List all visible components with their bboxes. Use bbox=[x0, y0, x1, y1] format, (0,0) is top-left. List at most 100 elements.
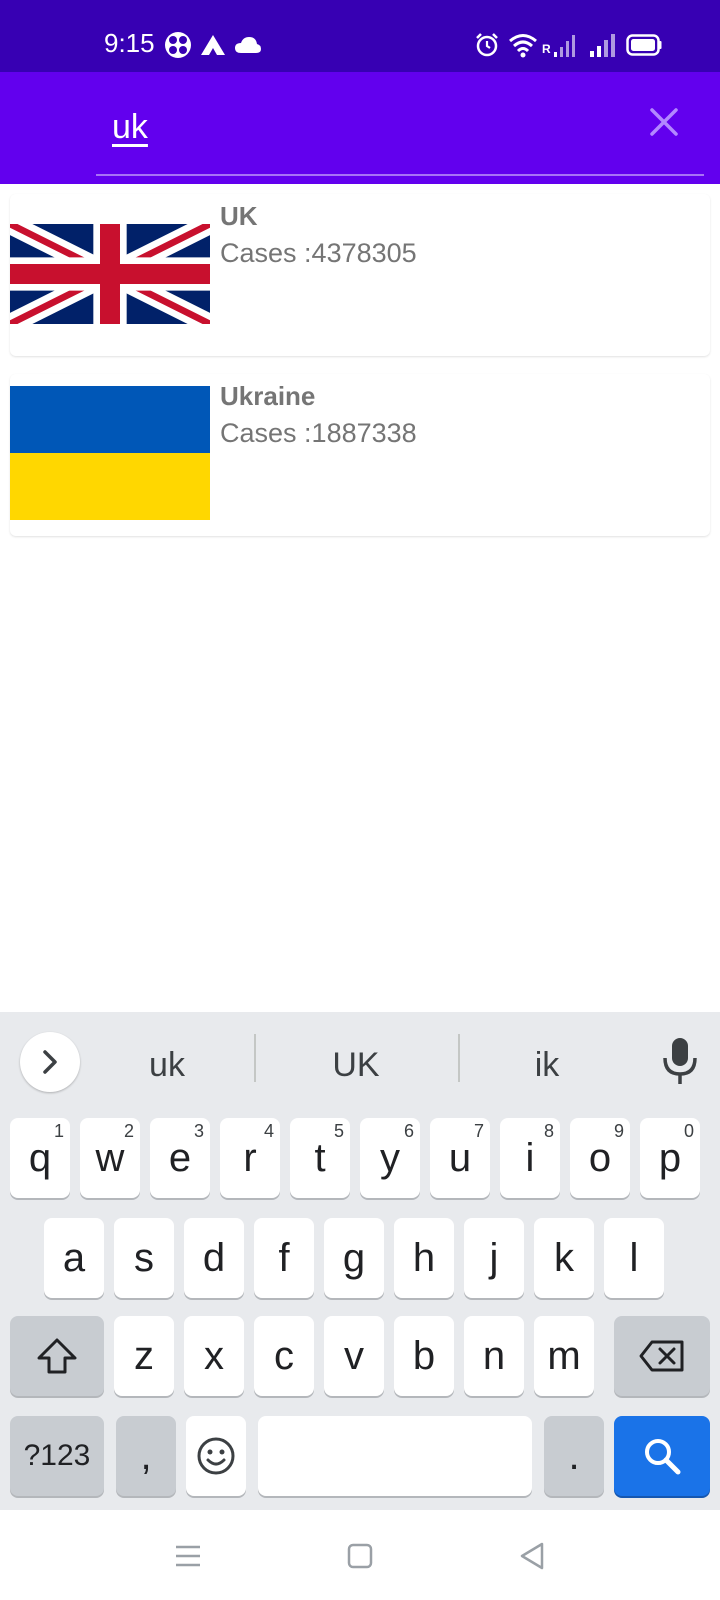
key-t[interactable]: t5 bbox=[290, 1118, 350, 1198]
comma-key-label: , bbox=[140, 1434, 152, 1478]
key-s[interactable]: s bbox=[114, 1218, 174, 1298]
shift-key[interactable] bbox=[10, 1316, 104, 1396]
backspace-icon bbox=[639, 1340, 684, 1372]
result-card-uk[interactable]: UK Cases :4378305 bbox=[10, 194, 710, 356]
result-card-ukraine[interactable]: Ukraine Cases :1887338 bbox=[10, 374, 710, 536]
key-h[interactable]: h bbox=[394, 1218, 454, 1298]
key-number-hint: 9 bbox=[613, 1121, 624, 1141]
key-label: h bbox=[412, 1236, 436, 1280]
cloud-icon bbox=[235, 37, 261, 53]
suggestion-divider bbox=[458, 1034, 460, 1082]
home-icon[interactable] bbox=[340, 1536, 380, 1576]
key-r[interactable]: r4 bbox=[220, 1118, 280, 1198]
key-label: m bbox=[547, 1334, 581, 1378]
key-c[interactable]: c bbox=[254, 1316, 314, 1396]
battery-icon bbox=[626, 34, 662, 56]
key-k[interactable]: k bbox=[534, 1218, 594, 1298]
close-icon[interactable] bbox=[644, 102, 684, 142]
space-key[interactable] bbox=[258, 1416, 532, 1496]
expand-toolbar-button[interactable] bbox=[20, 1032, 80, 1092]
key-label: s bbox=[134, 1236, 154, 1280]
key-p[interactable]: p0 bbox=[640, 1118, 700, 1198]
key-label: j bbox=[489, 1236, 499, 1280]
backspace-key[interactable] bbox=[614, 1316, 710, 1396]
key-n[interactable]: n bbox=[464, 1316, 524, 1396]
country-name: UK bbox=[220, 201, 258, 231]
key-label: o bbox=[588, 1136, 612, 1180]
on-screen-keyboard: uk UK ik ?123 , . q 1 w 2 e 3 r 4 t 5 y … bbox=[0, 1012, 720, 1510]
microphone-icon[interactable] bbox=[660, 1034, 700, 1088]
search-key[interactable] bbox=[614, 1416, 710, 1496]
key-b[interactable]: b bbox=[394, 1316, 454, 1396]
country-name: Ukraine bbox=[220, 381, 316, 411]
key-label: r bbox=[243, 1136, 257, 1180]
key-label: n bbox=[482, 1334, 506, 1378]
key-number-hint: 5 bbox=[333, 1121, 344, 1141]
key-label: y bbox=[380, 1136, 400, 1180]
key-label: e bbox=[168, 1136, 192, 1180]
back-icon[interactable] bbox=[512, 1536, 552, 1576]
key-label: t bbox=[314, 1136, 326, 1180]
suggestion-3[interactable]: ik bbox=[472, 1042, 622, 1088]
chevron-right-icon bbox=[43, 1050, 57, 1074]
key-label: z bbox=[134, 1334, 154, 1378]
ukraine-flag bbox=[10, 386, 210, 520]
suggestion-1[interactable]: uk bbox=[92, 1042, 242, 1088]
period-key[interactable]: . bbox=[544, 1416, 604, 1496]
key-label: k bbox=[554, 1236, 574, 1280]
key-x[interactable]: x bbox=[184, 1316, 244, 1396]
ai-app-icon bbox=[201, 35, 225, 55]
key-number-hint: 7 bbox=[473, 1121, 484, 1141]
wifi-icon bbox=[509, 34, 537, 58]
key-label: c bbox=[274, 1334, 294, 1378]
key-label: p bbox=[658, 1136, 682, 1180]
signal-roaming-icon: R bbox=[542, 32, 578, 58]
emoji-key[interactable] bbox=[186, 1416, 246, 1496]
key-v[interactable]: v bbox=[324, 1316, 384, 1396]
shift-icon bbox=[37, 1338, 77, 1374]
key-label: b bbox=[412, 1334, 436, 1378]
search-input[interactable] bbox=[112, 102, 632, 152]
cases-text: Cases :1887338 bbox=[220, 416, 417, 450]
key-u[interactable]: u7 bbox=[430, 1118, 490, 1198]
key-o[interactable]: o9 bbox=[570, 1118, 630, 1198]
status-bar: 9:15 R bbox=[0, 0, 720, 72]
key-label: q bbox=[28, 1136, 52, 1180]
emoji-icon bbox=[197, 1437, 235, 1475]
cases-value: 4378305 bbox=[311, 238, 417, 268]
comma-key[interactable]: , bbox=[116, 1416, 176, 1496]
key-e[interactable]: e3 bbox=[150, 1118, 210, 1198]
suggestion-2[interactable]: UK bbox=[266, 1042, 446, 1088]
key-number-hint: 0 bbox=[683, 1121, 694, 1141]
symbols-key[interactable]: ?123 bbox=[10, 1416, 104, 1496]
key-i[interactable]: i8 bbox=[500, 1118, 560, 1198]
key-m[interactable]: m bbox=[534, 1316, 594, 1396]
key-f[interactable]: f bbox=[254, 1218, 314, 1298]
key-number-hint: 1 bbox=[53, 1121, 64, 1141]
key-label: a bbox=[62, 1236, 86, 1280]
navigation-bar bbox=[0, 1510, 720, 1600]
menu-icon[interactable] bbox=[168, 1536, 208, 1576]
key-number-hint: 8 bbox=[543, 1121, 554, 1141]
alarm-icon bbox=[476, 33, 498, 57]
key-label: g bbox=[342, 1236, 366, 1280]
key-label: w bbox=[95, 1136, 125, 1180]
key-q[interactable]: q1 bbox=[10, 1118, 70, 1198]
key-j[interactable]: j bbox=[464, 1218, 524, 1298]
key-d[interactable]: d bbox=[184, 1218, 244, 1298]
key-label: v bbox=[344, 1334, 364, 1378]
key-g[interactable]: g bbox=[324, 1218, 384, 1298]
key-a[interactable]: a bbox=[44, 1218, 104, 1298]
key-l[interactable]: l bbox=[604, 1218, 664, 1298]
suggestion-bar: uk UK ik bbox=[0, 1012, 720, 1100]
key-y[interactable]: y6 bbox=[360, 1118, 420, 1198]
search-icon bbox=[645, 1439, 681, 1475]
cases-text: Cases :4378305 bbox=[220, 236, 417, 270]
suggestion-divider bbox=[254, 1034, 256, 1082]
key-w[interactable]: w2 bbox=[80, 1118, 140, 1198]
key-number-hint: 2 bbox=[123, 1121, 134, 1141]
uk-flag bbox=[10, 224, 210, 324]
key-z[interactable]: z bbox=[114, 1316, 174, 1396]
status-time: 9:15 bbox=[104, 28, 155, 58]
period-key-label: . bbox=[568, 1434, 580, 1478]
